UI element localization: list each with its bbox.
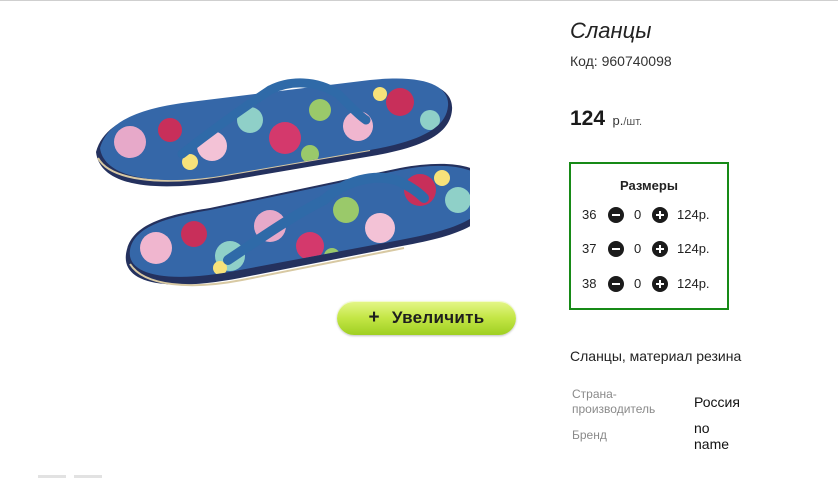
attribute-value-country: Россия [694,394,740,410]
product-image[interactable] [70,50,470,330]
size-row: 37 0 124р. [571,239,727,259]
price-unit: р./шт. [613,113,643,128]
quantity-value: 0 [634,276,642,291]
size-value: 38 [582,276,597,291]
attribute-label-country: Страна-производитель [572,387,656,416]
size-price: 124р. [677,276,710,291]
price-value: 124 [570,107,606,130]
quantity-value: 0 [634,207,642,222]
price: 124 р./шт. [570,107,642,131]
attribute-label-brand: Бренд [572,428,607,442]
minus-icon[interactable] [608,207,624,223]
plus-icon[interactable] [652,207,668,223]
size-value: 37 [582,241,597,256]
sizes-panel: Размеры 36 0 124р. 37 0 124р. 38 0 124р. [569,162,729,310]
size-row: 38 0 124р. [571,274,727,294]
top-divider [0,0,838,1]
minus-icon[interactable] [608,241,624,257]
price-currency: р. [612,113,624,128]
minus-icon[interactable] [608,276,624,292]
plus-icon[interactable] [652,241,668,257]
plus-icon: + [368,307,380,328]
quantity-value: 0 [634,241,642,256]
zoom-button-label: Увеличить [391,308,485,327]
price-per-unit: /шт. [623,116,643,128]
product-title: Сланцы [570,18,652,43]
size-value: 36 [582,207,597,222]
product-description: Сланцы, материал резина [570,348,742,364]
product-code: Код: 960740098 [570,53,672,69]
plus-icon[interactable] [652,276,668,292]
size-row: 36 0 124р. [571,205,727,225]
zoom-button[interactable]: + Увеличить [337,301,516,335]
attribute-value-brand: no name [694,420,730,452]
sizes-title: Размеры [620,178,678,193]
size-price: 124р. [677,207,710,222]
size-price: 124р. [677,241,710,256]
